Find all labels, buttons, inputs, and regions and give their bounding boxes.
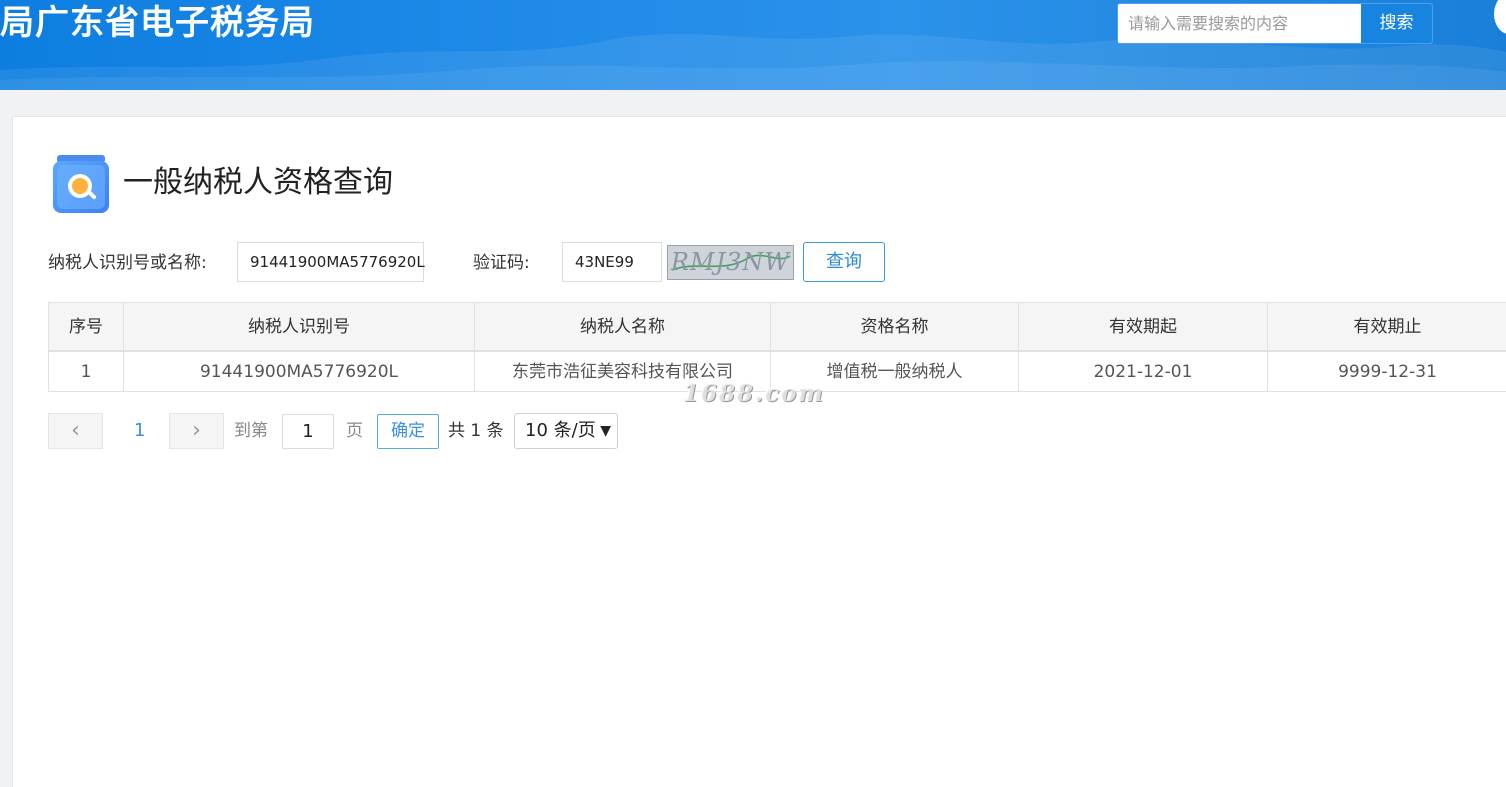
cell-valid-from: 2021-12-01 xyxy=(1019,352,1268,392)
current-page-number[interactable]: 1 xyxy=(134,413,145,449)
column-header-qualification: 资格名称 xyxy=(771,303,1019,351)
next-page-button[interactable]: › xyxy=(169,413,224,449)
taxpayer-label: 纳税人识别号或名称: xyxy=(48,253,207,273)
goto-page-label: 到第 xyxy=(234,421,268,441)
page-title: 一般纳税人资格查询 xyxy=(123,165,393,200)
total-count: 共 1 条 xyxy=(448,421,504,441)
page-size-select[interactable]: 10 条/页 ▼ xyxy=(514,413,618,449)
cell-index: 1 xyxy=(49,352,124,392)
table-header-row: 序号 纳税人识别号 纳税人名称 资格名称 有效期起 有效期止 xyxy=(49,303,1506,351)
column-header-taxpayer-name: 纳税人名称 xyxy=(475,303,771,351)
watermark: 1688.com xyxy=(683,380,825,407)
captcha-label: 验证码: xyxy=(473,253,530,273)
column-header-taxpayer-id: 纳税人识别号 xyxy=(124,303,475,351)
cell-taxpayer-id: 91441900MA5776920L xyxy=(124,352,475,392)
goto-page-input[interactable]: 1 xyxy=(282,414,334,449)
column-header-valid-to: 有效期止 xyxy=(1268,303,1506,351)
column-header-valid-from: 有效期起 xyxy=(1019,303,1268,351)
results-table: 序号 纳税人识别号 纳税人名称 资格名称 有效期起 有效期止 1 9144190… xyxy=(48,302,1506,392)
page-suffix-label: 页 xyxy=(346,421,363,441)
search-button[interactable]: 搜索 xyxy=(1361,4,1432,43)
search-document-icon xyxy=(53,155,109,213)
captcha-input[interactable]: 43NE99 xyxy=(562,242,662,282)
captcha-image[interactable]: RMJ3NW xyxy=(667,245,794,280)
prev-page-button[interactable]: ‹ xyxy=(48,413,103,449)
taxpayer-id-input[interactable]: 91441900MA5776920L xyxy=(237,242,425,282)
chevron-down-icon: ▼ xyxy=(600,423,611,439)
column-header-index: 序号 xyxy=(49,303,124,351)
search-input[interactable] xyxy=(1118,4,1361,43)
goto-confirm-button[interactable]: 确定 xyxy=(377,414,439,449)
site-title: 局广东省电子税务局 xyxy=(0,3,315,43)
captcha-image-text: RMJ3NW xyxy=(670,248,791,276)
cell-valid-to: 9999-12-31 xyxy=(1268,352,1506,392)
site-header: 局广东省电子税务局 搜索 xyxy=(0,0,1506,90)
search-box: 搜索 xyxy=(1117,3,1433,44)
main-panel: 一般纳税人资格查询 纳税人识别号或名称: 91441900MA5776920L … xyxy=(12,116,1506,787)
page-size-value: 10 条/页 xyxy=(525,420,596,441)
query-button[interactable]: 查询 xyxy=(803,242,885,282)
